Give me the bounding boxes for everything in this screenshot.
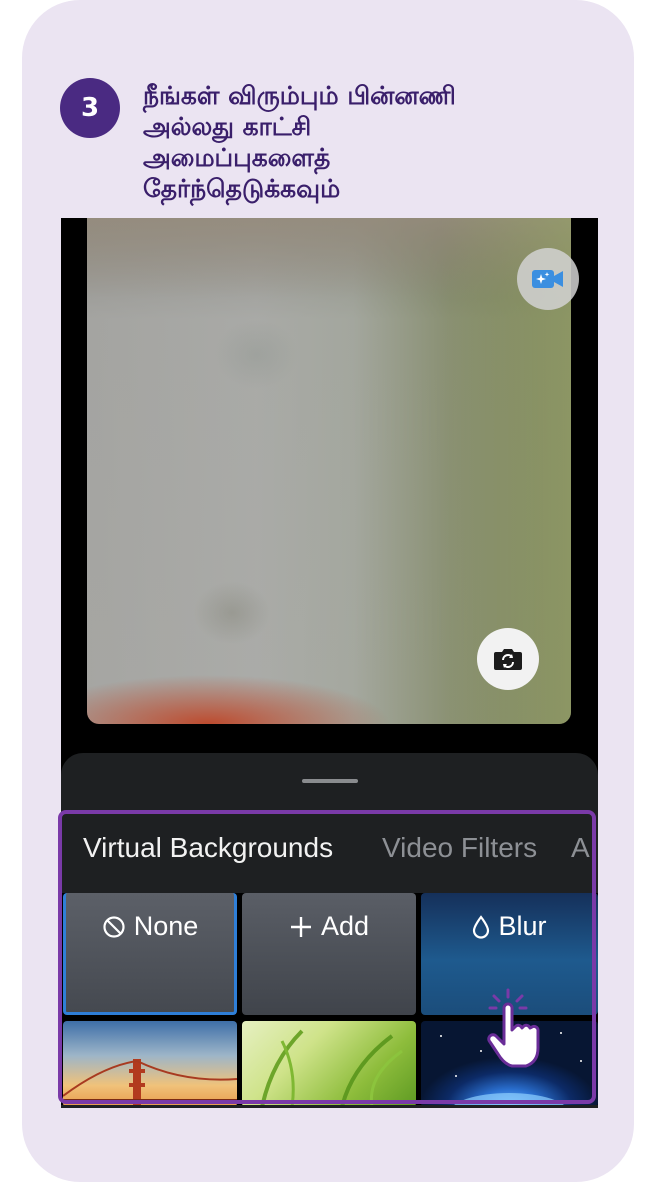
video-sparkle-icon (532, 270, 563, 288)
background-tile-add[interactable]: Add (242, 893, 416, 1015)
grass-image (260, 1029, 403, 1105)
tile-label-add: Add (320, 911, 370, 941)
tile-label-row: None (66, 911, 234, 942)
background-tile-none[interactable]: None (63, 893, 237, 1015)
tile-label-none: None (133, 911, 199, 941)
tile-label-row: Blur (421, 911, 598, 942)
video-effects-button[interactable] (517, 248, 579, 310)
instruction-line: அல்லது காட்சி (143, 112, 312, 141)
sheet-drag-handle[interactable] (302, 779, 358, 783)
plus-icon (290, 916, 311, 937)
camera-switch-icon (494, 649, 522, 670)
instruction-line: நீங்கள் விரும்பும் பின்னணி (143, 81, 456, 110)
tab-virtual-backgrounds[interactable]: Virtual Backgrounds (83, 832, 333, 864)
tap-hand-cursor-icon (487, 988, 540, 1068)
switch-camera-button[interactable] (477, 628, 539, 690)
instruction-line: அமைப்புகளைத் (143, 143, 331, 172)
effects-tabs: Virtual Backgrounds Video Filters A (61, 816, 598, 880)
tab-video-filters[interactable]: Video Filters (382, 832, 537, 864)
tile-label-blur: Blur (498, 911, 547, 941)
tab-avatars[interactable]: A (571, 832, 590, 864)
step-number-badge: 3 (60, 78, 120, 138)
droplet-icon (473, 914, 490, 939)
instruction-line: தேர்ந்தெடுக்கவும் (143, 174, 341, 203)
background-tile-golden-gate-bridge[interactable] (63, 1021, 237, 1105)
bridge-image (63, 1059, 237, 1105)
background-tile-green-grass[interactable] (242, 1021, 416, 1105)
tile-label-row: Add (242, 911, 416, 942)
none-circle-slash-icon (103, 915, 125, 938)
step-instruction: நீங்கள் விரும்பும் பின்னணி அல்லது காட்சி… (143, 80, 593, 204)
